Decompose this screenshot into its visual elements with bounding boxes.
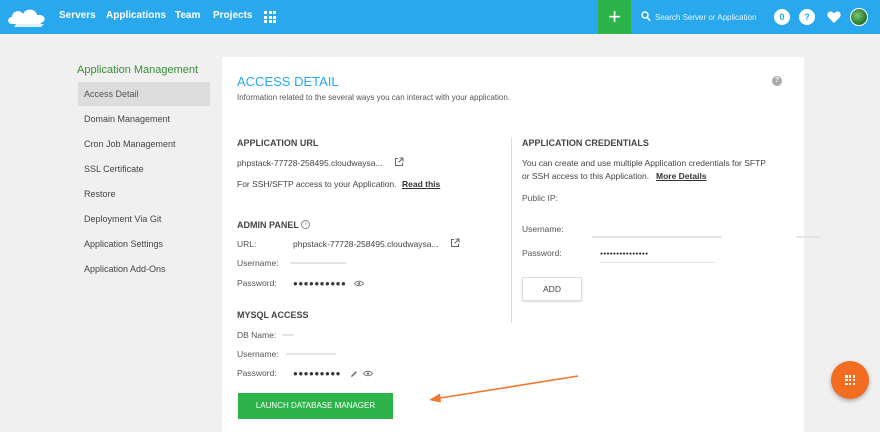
grid-menu-icon bbox=[845, 375, 855, 385]
external-link-icon[interactable] bbox=[450, 238, 460, 248]
admin-url-label: URL: bbox=[237, 239, 257, 249]
credentials-username-value-overflow bbox=[796, 236, 820, 238]
pencil-icon[interactable] bbox=[350, 370, 358, 378]
nav-team[interactable]: Team bbox=[175, 10, 200, 21]
sidebar-item-restore[interactable]: Restore bbox=[78, 182, 210, 206]
admin-password-value: ●●●●●●●●●● bbox=[293, 279, 347, 288]
launch-database-manager-button[interactable]: LAUNCH DATABASE MANAGER bbox=[238, 393, 393, 419]
credentials-username-value bbox=[592, 236, 722, 238]
info-icon[interactable]: i bbox=[301, 220, 310, 229]
db-name-value bbox=[282, 334, 294, 336]
notification-badge[interactable]: 0 bbox=[774, 9, 790, 25]
sidebar-item-access-detail[interactable]: Access Detail bbox=[78, 82, 210, 106]
mysql-username-label: Username: bbox=[237, 349, 279, 359]
admin-url-value: phpstack-77728-258495.cloudwaysa... bbox=[293, 239, 439, 249]
nav-projects[interactable]: Projects bbox=[213, 10, 252, 21]
sidebar-title: Application Management bbox=[77, 64, 199, 76]
floating-menu-button[interactable] bbox=[831, 361, 869, 399]
help-icon[interactable]: ? bbox=[772, 76, 782, 86]
mysql-password-value: ●●●●●●●●● bbox=[293, 369, 341, 378]
credentials-password-value: ●●●●●●●●●●●●●●● bbox=[600, 251, 649, 257]
application-url-heading: APPLICATION URL bbox=[237, 138, 319, 148]
top-nav-bar: Servers Applications Team Projects + 0 ? bbox=[0, 0, 880, 34]
credentials-password-underline bbox=[600, 262, 715, 263]
sidebar-item-application-add-ons[interactable]: Application Add-Ons bbox=[78, 257, 210, 281]
external-link-icon[interactable] bbox=[394, 157, 404, 167]
sidebar-item-domain-management[interactable]: Domain Management bbox=[78, 107, 210, 131]
eye-icon[interactable] bbox=[354, 280, 364, 287]
search-icon bbox=[641, 11, 651, 22]
nav-servers[interactable]: Servers bbox=[59, 10, 96, 21]
mysql-username-value bbox=[286, 353, 336, 355]
search-box bbox=[641, 10, 767, 24]
application-url-value: phpstack-77728-258495.cloudwaysa... bbox=[237, 158, 383, 168]
grid-icon[interactable] bbox=[264, 11, 276, 23]
db-name-label: DB Name: bbox=[237, 330, 277, 340]
admin-panel-heading: ADMIN PANEL bbox=[237, 220, 299, 230]
avatar[interactable] bbox=[850, 8, 868, 26]
column-divider bbox=[511, 137, 512, 323]
sidebar-item-cron-job-management[interactable]: Cron Job Management bbox=[78, 132, 210, 156]
add-credential-button[interactable]: ADD bbox=[522, 277, 582, 301]
admin-username-value bbox=[290, 262, 346, 264]
credentials-username-label: Username: bbox=[522, 224, 564, 234]
sidebar-item-ssl-certificate[interactable]: SSL Certificate bbox=[78, 157, 210, 181]
sidebar-item-deployment-via-git[interactable]: Deployment Via Git bbox=[78, 207, 210, 231]
page-title: ACCESS DETAIL bbox=[237, 74, 339, 89]
page-subtitle: Information related to the several ways … bbox=[237, 93, 511, 102]
mysql-access-heading: MYSQL ACCESS bbox=[237, 310, 309, 320]
sidebar-item-application-settings[interactable]: Application Settings bbox=[78, 232, 210, 256]
ssh-note: For SSH/SFTP access to your Application. bbox=[237, 179, 397, 189]
credentials-password-label: Password: bbox=[522, 248, 562, 258]
cloud-logo-icon[interactable] bbox=[6, 6, 48, 28]
more-details-link[interactable]: More Details bbox=[656, 171, 707, 181]
help-icon[interactable]: ? bbox=[799, 9, 815, 25]
credentials-desc-line1: You can create and use multiple Applicat… bbox=[522, 158, 766, 168]
admin-username-label: Username: bbox=[237, 258, 279, 268]
credentials-desc-line2: or SSH access to this Application. bbox=[522, 171, 650, 181]
add-button[interactable]: + bbox=[598, 0, 631, 34]
heart-icon[interactable] bbox=[826, 9, 842, 25]
application-credentials-heading: APPLICATION CREDENTIALS bbox=[522, 138, 649, 148]
mysql-password-label: Password: bbox=[237, 368, 277, 378]
annotation-arrow bbox=[429, 375, 579, 403]
nav-applications[interactable]: Applications bbox=[106, 10, 166, 21]
admin-password-label: Password: bbox=[237, 278, 277, 288]
public-ip-label: Public IP: bbox=[522, 193, 558, 203]
read-this-link[interactable]: Read this bbox=[402, 179, 440, 189]
eye-icon[interactable] bbox=[363, 370, 373, 377]
search-input[interactable] bbox=[655, 10, 767, 24]
